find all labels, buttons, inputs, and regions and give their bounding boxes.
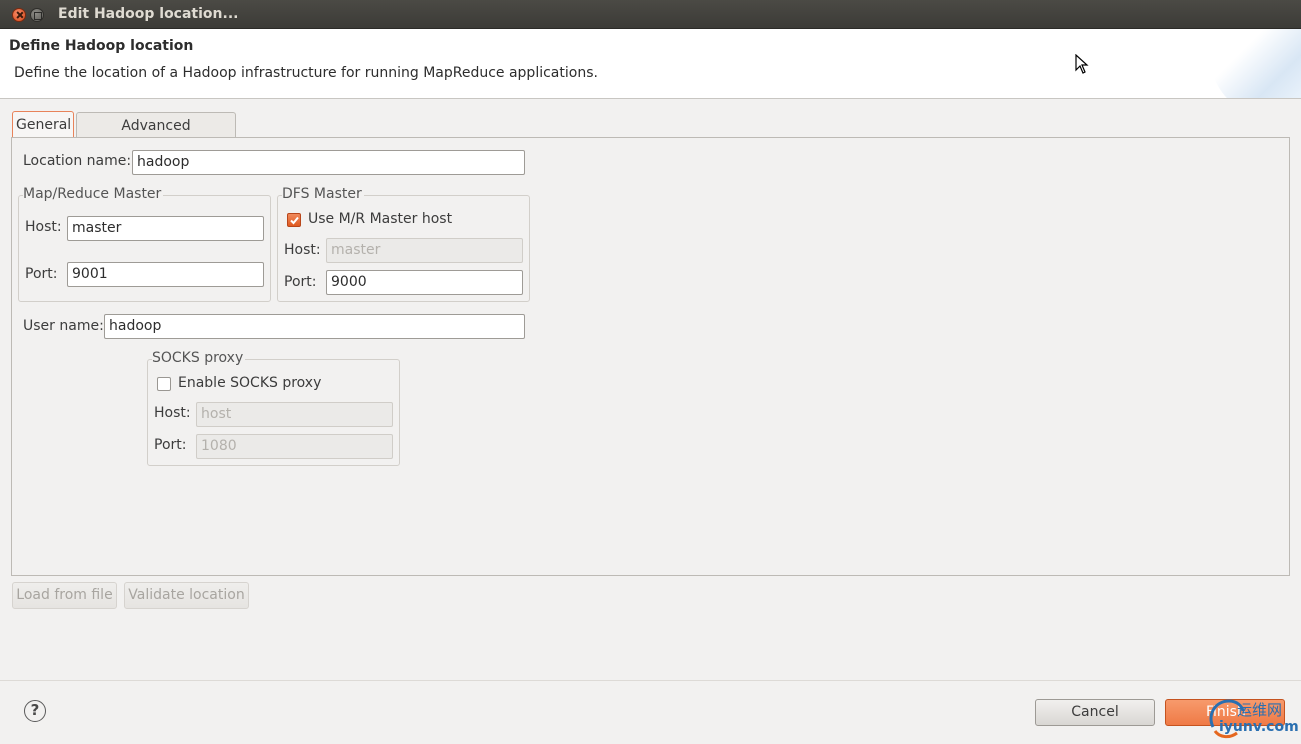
mr-host-input[interactable]: master bbox=[67, 216, 264, 241]
dfs-port-label: Port: bbox=[284, 274, 317, 290]
help-icon[interactable]: ? bbox=[24, 700, 46, 722]
title-bar: Edit Hadoop location... bbox=[0, 0, 1301, 29]
location-name-label: Location name: bbox=[23, 153, 132, 169]
dfs-host-input: master bbox=[326, 238, 523, 263]
location-name-input[interactable]: hadoop bbox=[132, 150, 525, 175]
close-window-button[interactable] bbox=[12, 8, 26, 22]
cancel-button[interactable]: Cancel bbox=[1035, 699, 1155, 726]
user-name-label: User name: bbox=[23, 318, 104, 334]
mr-host-label: Host: bbox=[25, 219, 62, 235]
enable-socks-checkbox[interactable] bbox=[157, 377, 171, 391]
header-banner-graphic bbox=[1211, 29, 1301, 98]
tab-general-label: General bbox=[16, 117, 72, 133]
use-mr-master-label: Use M/R Master host bbox=[308, 211, 453, 227]
watermark-en-text: iyunv.com bbox=[1219, 719, 1299, 735]
dfs-master-group-title: DFS Master bbox=[282, 186, 364, 202]
tab-general[interactable]: General bbox=[12, 111, 74, 138]
dialog-header: Define Hadoop location Define the locati… bbox=[0, 29, 1301, 99]
mouse-cursor-icon bbox=[1075, 54, 1089, 74]
dfs-port-input[interactable]: 9000 bbox=[326, 270, 523, 295]
mr-port-label: Port: bbox=[25, 266, 58, 282]
socks-host-input: host bbox=[196, 402, 393, 427]
page-title: Define Hadoop location bbox=[9, 38, 194, 54]
watermark: 运维网 iyunv.com bbox=[1205, 697, 1301, 742]
enable-socks-label: Enable SOCKS proxy bbox=[178, 375, 322, 391]
window-title: Edit Hadoop location... bbox=[58, 6, 239, 22]
mr-port-input[interactable]: 9001 bbox=[67, 262, 264, 287]
validate-location-button[interactable]: Validate location bbox=[124, 582, 249, 609]
maximize-window-button[interactable] bbox=[30, 8, 44, 22]
socks-port-label: Port: bbox=[154, 437, 187, 453]
page-description: Define the location of a Hadoop infrastr… bbox=[14, 65, 598, 81]
watermark-cn-text: 运维网 bbox=[1237, 701, 1283, 719]
tab-advanced-parameters[interactable]: Advanced parameters bbox=[76, 112, 236, 160]
checkmark-icon bbox=[290, 216, 299, 225]
use-mr-master-checkbox[interactable] bbox=[287, 213, 301, 227]
footer-divider bbox=[0, 680, 1301, 681]
user-name-input[interactable]: hadoop bbox=[104, 314, 525, 339]
socks-port-input: 1080 bbox=[196, 434, 393, 459]
dfs-host-label: Host: bbox=[284, 242, 321, 258]
socks-host-label: Host: bbox=[154, 405, 191, 421]
socks-proxy-group-title: SOCKS proxy bbox=[152, 350, 246, 366]
load-from-file-button[interactable]: Load from file bbox=[12, 582, 117, 609]
mr-master-group-title: Map/Reduce Master bbox=[23, 186, 164, 202]
